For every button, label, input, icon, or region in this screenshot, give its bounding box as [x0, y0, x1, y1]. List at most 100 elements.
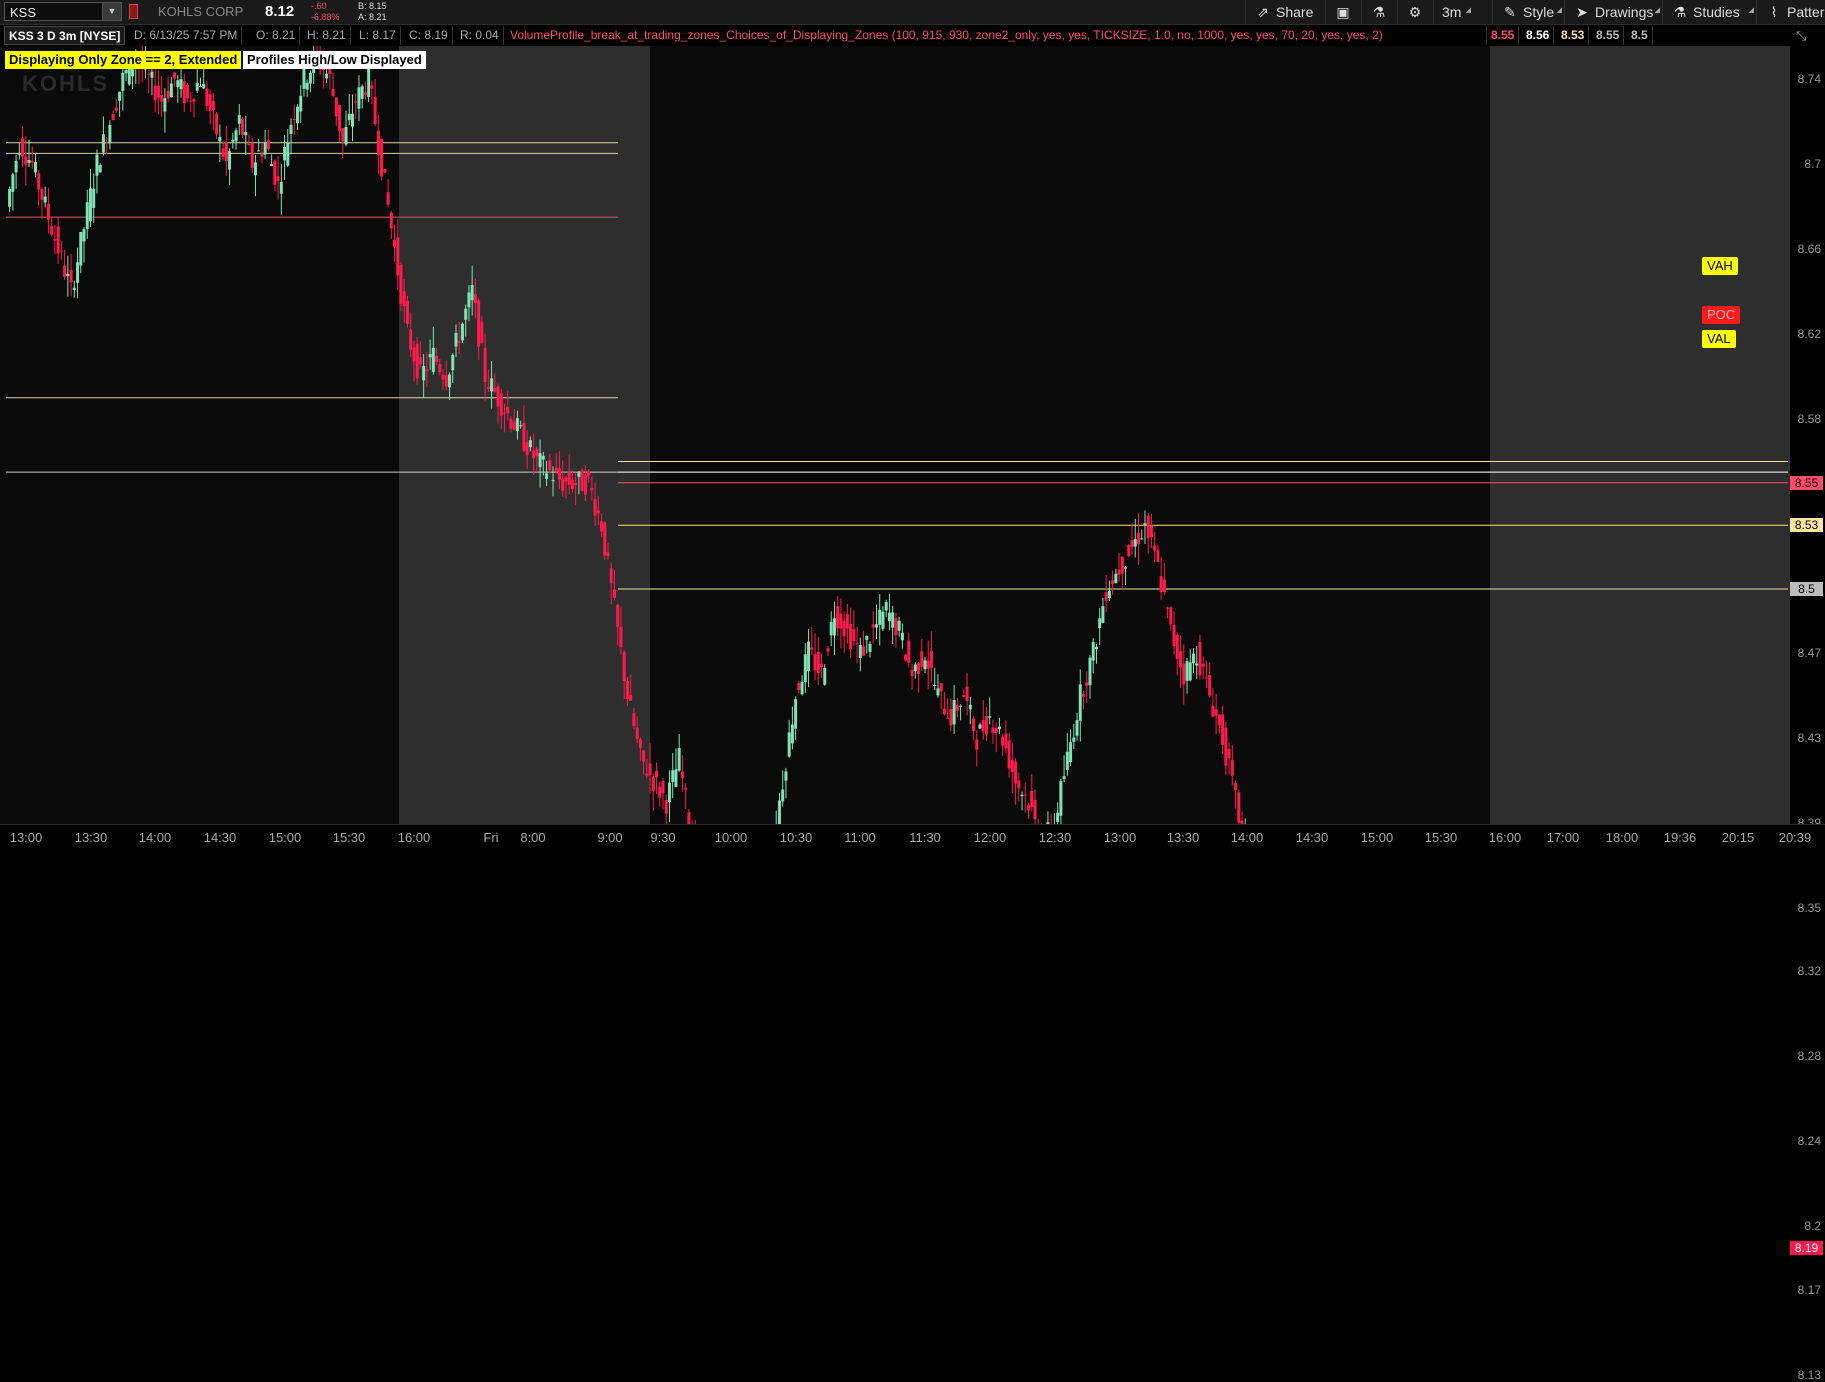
candle-body: [512, 421, 516, 431]
bid-ask: B: 8.15 A: 8.21: [358, 1, 387, 23]
symbol-link-icon[interactable]: [129, 4, 138, 19]
candle-body: [897, 620, 901, 631]
candle-body: [929, 650, 933, 668]
candle-body: [192, 99, 196, 102]
candle-body: [69, 269, 73, 283]
candle-body: [1014, 761, 1018, 784]
candle-body: [257, 150, 261, 152]
candle-body: [1214, 709, 1218, 716]
candle-body: [884, 602, 888, 611]
candle-body: [295, 106, 299, 124]
candle-body: [496, 386, 500, 407]
candle-body: [648, 763, 652, 776]
candle-body: [208, 94, 212, 112]
candle-body: [263, 142, 267, 155]
candle-body: [11, 174, 15, 192]
candle-body: [448, 374, 452, 388]
candle-body: [276, 176, 280, 181]
candle-body: [1107, 591, 1111, 599]
candle-body: [1033, 799, 1037, 820]
candle-body: [642, 750, 646, 762]
time-tick: 15:30: [332, 830, 366, 845]
time-axis[interactable]: 13:00 13:30 14:00 14:30 15:00 15:30 16:00 Fri 8:…: [0, 824, 1825, 849]
candle-body: [596, 510, 600, 514]
candle-body: [363, 92, 367, 95]
time-tick: 14:30: [1295, 830, 1329, 845]
candle-body: [189, 100, 193, 102]
candle-body: [1227, 749, 1231, 759]
symbol-value: KSS: [10, 5, 37, 20]
candle-body: [467, 292, 471, 308]
candle-body: [784, 771, 788, 781]
candle-body: [412, 347, 416, 362]
candle-body: [687, 812, 691, 824]
candle-body: [570, 479, 574, 489]
time-tick: 17:00: [1546, 830, 1580, 845]
timeframe-button[interactable]: 3m ◢: [1433, 0, 1473, 24]
price-axis[interactable]: 8.74 8.7 8.66 8.62 8.58 8.47 8.43 8.39 8.35 8.32 8…: [1790, 46, 1825, 1382]
candle-body: [651, 776, 655, 792]
share-button[interactable]: ⇗ Share: [1245, 0, 1325, 24]
candle-body: [198, 85, 202, 87]
lab-button[interactable]: ⚗: [1361, 0, 1397, 24]
symbol-dropdown-icon[interactable]: ▼: [102, 3, 121, 20]
candle-body: [30, 160, 34, 163]
study-label[interactable]: VolumeProfile_break_at_trading_zones_Cho…: [506, 26, 1487, 45]
style-button[interactable]: ✎ Style ◢: [1492, 0, 1564, 24]
resize-icon[interactable]: ⤡: [1796, 28, 1806, 44]
time-tick: 16:00: [1488, 830, 1522, 845]
candle-body: [373, 96, 377, 125]
candle-body: [1211, 705, 1215, 717]
candle-body: [635, 727, 639, 740]
candle-body: [483, 347, 487, 383]
candle-body: [464, 308, 468, 320]
candle-body: [655, 770, 659, 778]
candle-body: [1111, 580, 1115, 585]
candle-body: [1117, 569, 1121, 575]
candle-body: [978, 724, 982, 729]
candle-body: [803, 654, 807, 682]
candle-body: [396, 237, 400, 276]
candle-body: [519, 425, 523, 427]
snapshot-button[interactable]: ▣: [1325, 0, 1361, 24]
flask-icon: ⚗: [1673, 4, 1687, 20]
candle-body: [836, 605, 840, 629]
drawings-label: Drawings: [1595, 4, 1654, 20]
bar-close: C: 8.19: [405, 26, 453, 45]
candle-body: [72, 287, 76, 291]
candle-body: [1224, 727, 1228, 766]
study-value: 8.55: [1487, 26, 1520, 45]
patterns-label: Patterns: [1787, 4, 1825, 20]
candle-body: [37, 173, 41, 190]
candle-body: [878, 609, 882, 625]
timeframe-label: 3m: [1442, 4, 1462, 20]
candle-body: [858, 644, 862, 658]
drawings-button[interactable]: ➤ Drawings ◢: [1564, 0, 1662, 24]
candle-body: [600, 521, 604, 532]
candle-body: [658, 786, 662, 798]
candle-body: [279, 181, 283, 194]
candle-body: [807, 641, 811, 671]
candle-body: [1230, 760, 1234, 776]
candle-body: [118, 91, 122, 101]
symbol-input[interactable]: KSS ▼: [4, 2, 122, 21]
candle-body: [383, 169, 387, 173]
candle-body: [1185, 661, 1189, 681]
price-tick: 8.13: [1797, 1368, 1821, 1382]
candle-body: [360, 86, 364, 99]
candle-body: [677, 748, 681, 771]
candle-body: [1221, 714, 1225, 745]
candle-body: [868, 643, 872, 652]
price-chart[interactable]: [0, 46, 1790, 824]
patterns-button[interactable]: ⌇ Patterns: [1756, 0, 1825, 24]
chart-title[interactable]: KSS 3 D 3m [NYSE]: [4, 26, 126, 45]
candle-body: [85, 202, 89, 229]
candle-body: [813, 654, 817, 671]
candle-body: [871, 624, 875, 628]
settings-button[interactable]: ⚙: [1397, 0, 1433, 24]
candle-body: [250, 143, 254, 168]
studies-button[interactable]: ⚗ Studies ◢: [1662, 0, 1756, 24]
candle-body: [92, 188, 96, 208]
candle-body: [1169, 607, 1173, 625]
time-tick: 12:30: [1038, 830, 1072, 845]
